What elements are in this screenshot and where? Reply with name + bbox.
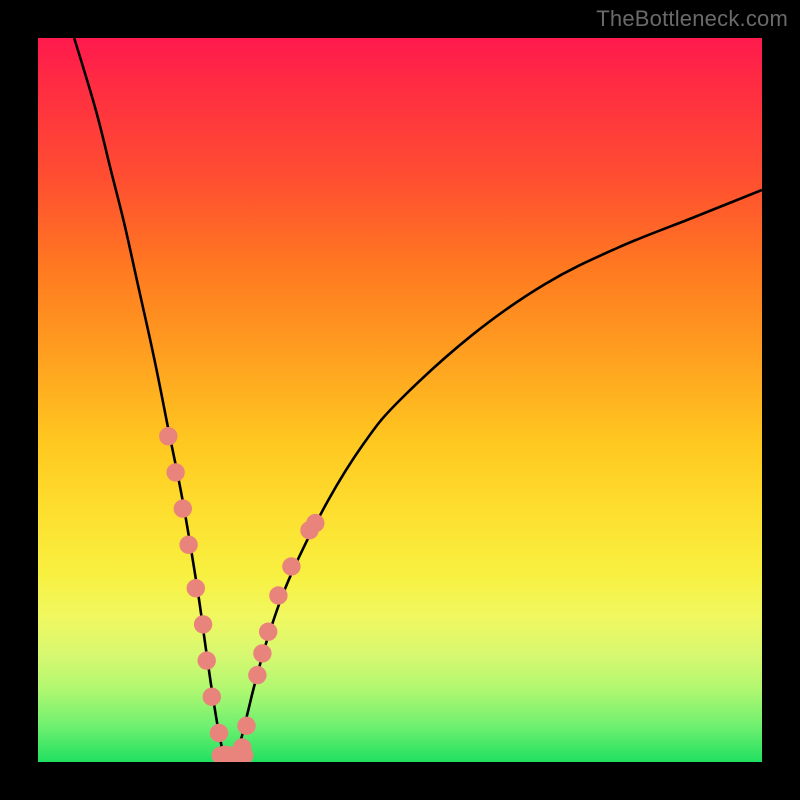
marker-dot bbox=[174, 499, 192, 517]
marker-dot bbox=[159, 427, 177, 445]
marker-dot bbox=[198, 651, 216, 669]
marker-dot bbox=[187, 579, 205, 597]
chart-overlay bbox=[38, 38, 762, 762]
marker-dot bbox=[269, 586, 287, 604]
marker-dot bbox=[203, 688, 221, 706]
marker-dot bbox=[166, 463, 184, 481]
marker-dot bbox=[282, 557, 300, 575]
bottleneck-curve bbox=[74, 38, 762, 762]
marker-dot bbox=[253, 644, 271, 662]
marker-dot bbox=[179, 536, 197, 554]
marker-dot bbox=[306, 514, 324, 532]
marker-group bbox=[159, 427, 324, 762]
marker-dot bbox=[259, 623, 277, 641]
watermark-text: TheBottleneck.com bbox=[596, 6, 788, 32]
marker-dot bbox=[210, 724, 228, 742]
chart-frame: TheBottleneck.com bbox=[0, 0, 800, 800]
marker-dot bbox=[248, 666, 266, 684]
marker-dot bbox=[233, 738, 251, 756]
marker-dot bbox=[237, 717, 255, 735]
marker-dot bbox=[194, 615, 212, 633]
plot-area bbox=[38, 38, 762, 762]
